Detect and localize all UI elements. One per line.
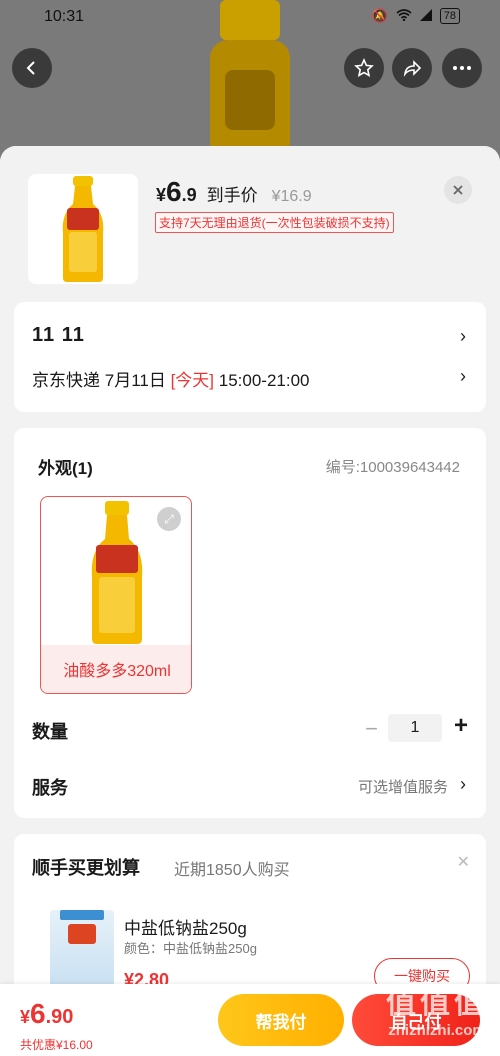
expand-icon[interactable]: ⤢: [157, 507, 181, 531]
delivery-card[interactable]: 11 11 › 京东快递 7月11日 [今天] 15:00-21:00 ›: [14, 302, 486, 412]
bundle-subtitle: 近期1850人购买: [174, 862, 290, 879]
more-icon: [453, 66, 471, 70]
total-decimal: .90: [45, 1006, 74, 1028]
salt-product-image[interactable]: [50, 910, 114, 990]
service-selector[interactable]: 可选增值服务: [358, 776, 448, 797]
watermark-url: zhizhizhi.com: [388, 1022, 486, 1039]
price-line: ¥ 6 .9 到手价 ¥16.9: [156, 176, 312, 208]
delivery-date: 7月11日: [104, 371, 166, 390]
carrier-name: 京东快递: [32, 371, 100, 390]
quantity-label: 数量: [32, 722, 68, 742]
variant-label: 油酸多多320ml: [41, 645, 191, 693]
sheet-header: ¥ 6 .9 到手价 ¥16.9 支持7天无理由退货(一次性包装破损不支持): [0, 146, 500, 298]
total-integer: 6: [30, 998, 46, 1029]
favorite-button[interactable]: [344, 48, 384, 88]
return-policy-tag: 支持7天无理由退货(一次性包装破损不支持): [155, 212, 394, 233]
mute-icon: 🔕: [371, 8, 388, 23]
watermark-logo: 值值值: [386, 987, 488, 1020]
oil-bottle-image: [91, 501, 143, 644]
total-price: ¥ 6 .90: [20, 998, 73, 1030]
delivery-window: 15:00-21:00: [218, 371, 310, 390]
chevron-right-icon[interactable]: ›: [460, 326, 466, 347]
quantity-input[interactable]: 1: [388, 714, 442, 742]
total-savings: 共优惠¥16.00: [20, 1038, 93, 1052]
minus-icon[interactable]: −: [365, 716, 378, 742]
status-time: 10:31: [44, 8, 85, 25]
delivery-address[interactable]: 11 11: [32, 324, 85, 347]
status-bar: 10:31 🔕 78: [0, 0, 500, 36]
service-label: 服务: [32, 778, 68, 798]
bundle-item-name[interactable]: 中盐低钠盐250g: [124, 914, 247, 939]
wifi-icon: [396, 8, 412, 24]
star-icon: [354, 58, 374, 77]
bundle-item-color: 颜色：中盐低钠盐250g: [124, 941, 257, 956]
price-label: 到手价: [206, 186, 258, 205]
purchase-sheet: ¥ 6 .9 到手价 ¥16.9 支持7天无理由退货(一次性包装破损不支持) 1…: [0, 146, 500, 1056]
status-icons: 🔕 78: [372, 8, 460, 24]
share-icon: [403, 60, 422, 77]
chevron-right-icon[interactable]: ›: [460, 774, 466, 795]
product-thumbnail[interactable]: [28, 174, 138, 284]
sku-number: 编号:100039643442: [325, 459, 460, 476]
bundle-title: 顺手买更划算: [32, 858, 140, 878]
back-button[interactable]: [12, 48, 52, 88]
today-tag: [今天]: [170, 371, 215, 390]
close-icon[interactable]: ✕: [457, 852, 470, 872]
close-icon: [453, 185, 463, 195]
total-symbol: ¥: [20, 1007, 31, 1027]
plus-icon[interactable]: +: [454, 712, 468, 740]
share-button[interactable]: [392, 48, 432, 88]
help-me-pay-button[interactable]: 帮我付: [218, 994, 344, 1046]
price-integer: 6: [166, 176, 182, 207]
chevron-right-icon[interactable]: ›: [460, 366, 466, 387]
price-symbol: ¥: [156, 185, 167, 205]
variant-option[interactable]: ⤢ 油酸多多320ml: [40, 496, 192, 694]
appearance-title: 外观(1): [38, 459, 93, 478]
oil-bottle-image: [62, 176, 104, 282]
battery-icon: 78: [439, 8, 460, 24]
original-price: ¥16.9: [271, 188, 312, 205]
price-decimal: .9: [181, 185, 197, 205]
close-button[interactable]: [444, 176, 472, 204]
more-button[interactable]: [442, 48, 482, 88]
options-card: 外观(1) 编号:100039643442 ⤢ 油酸多多320ml 数量 − 1…: [14, 428, 486, 818]
back-icon: [26, 61, 35, 75]
signal-icon: [419, 8, 432, 24]
shipping-info[interactable]: 京东快递 7月11日 [今天] 15:00-21:00: [32, 366, 310, 391]
watermark: 值值值 zhizhizhi.com: [386, 978, 488, 1039]
